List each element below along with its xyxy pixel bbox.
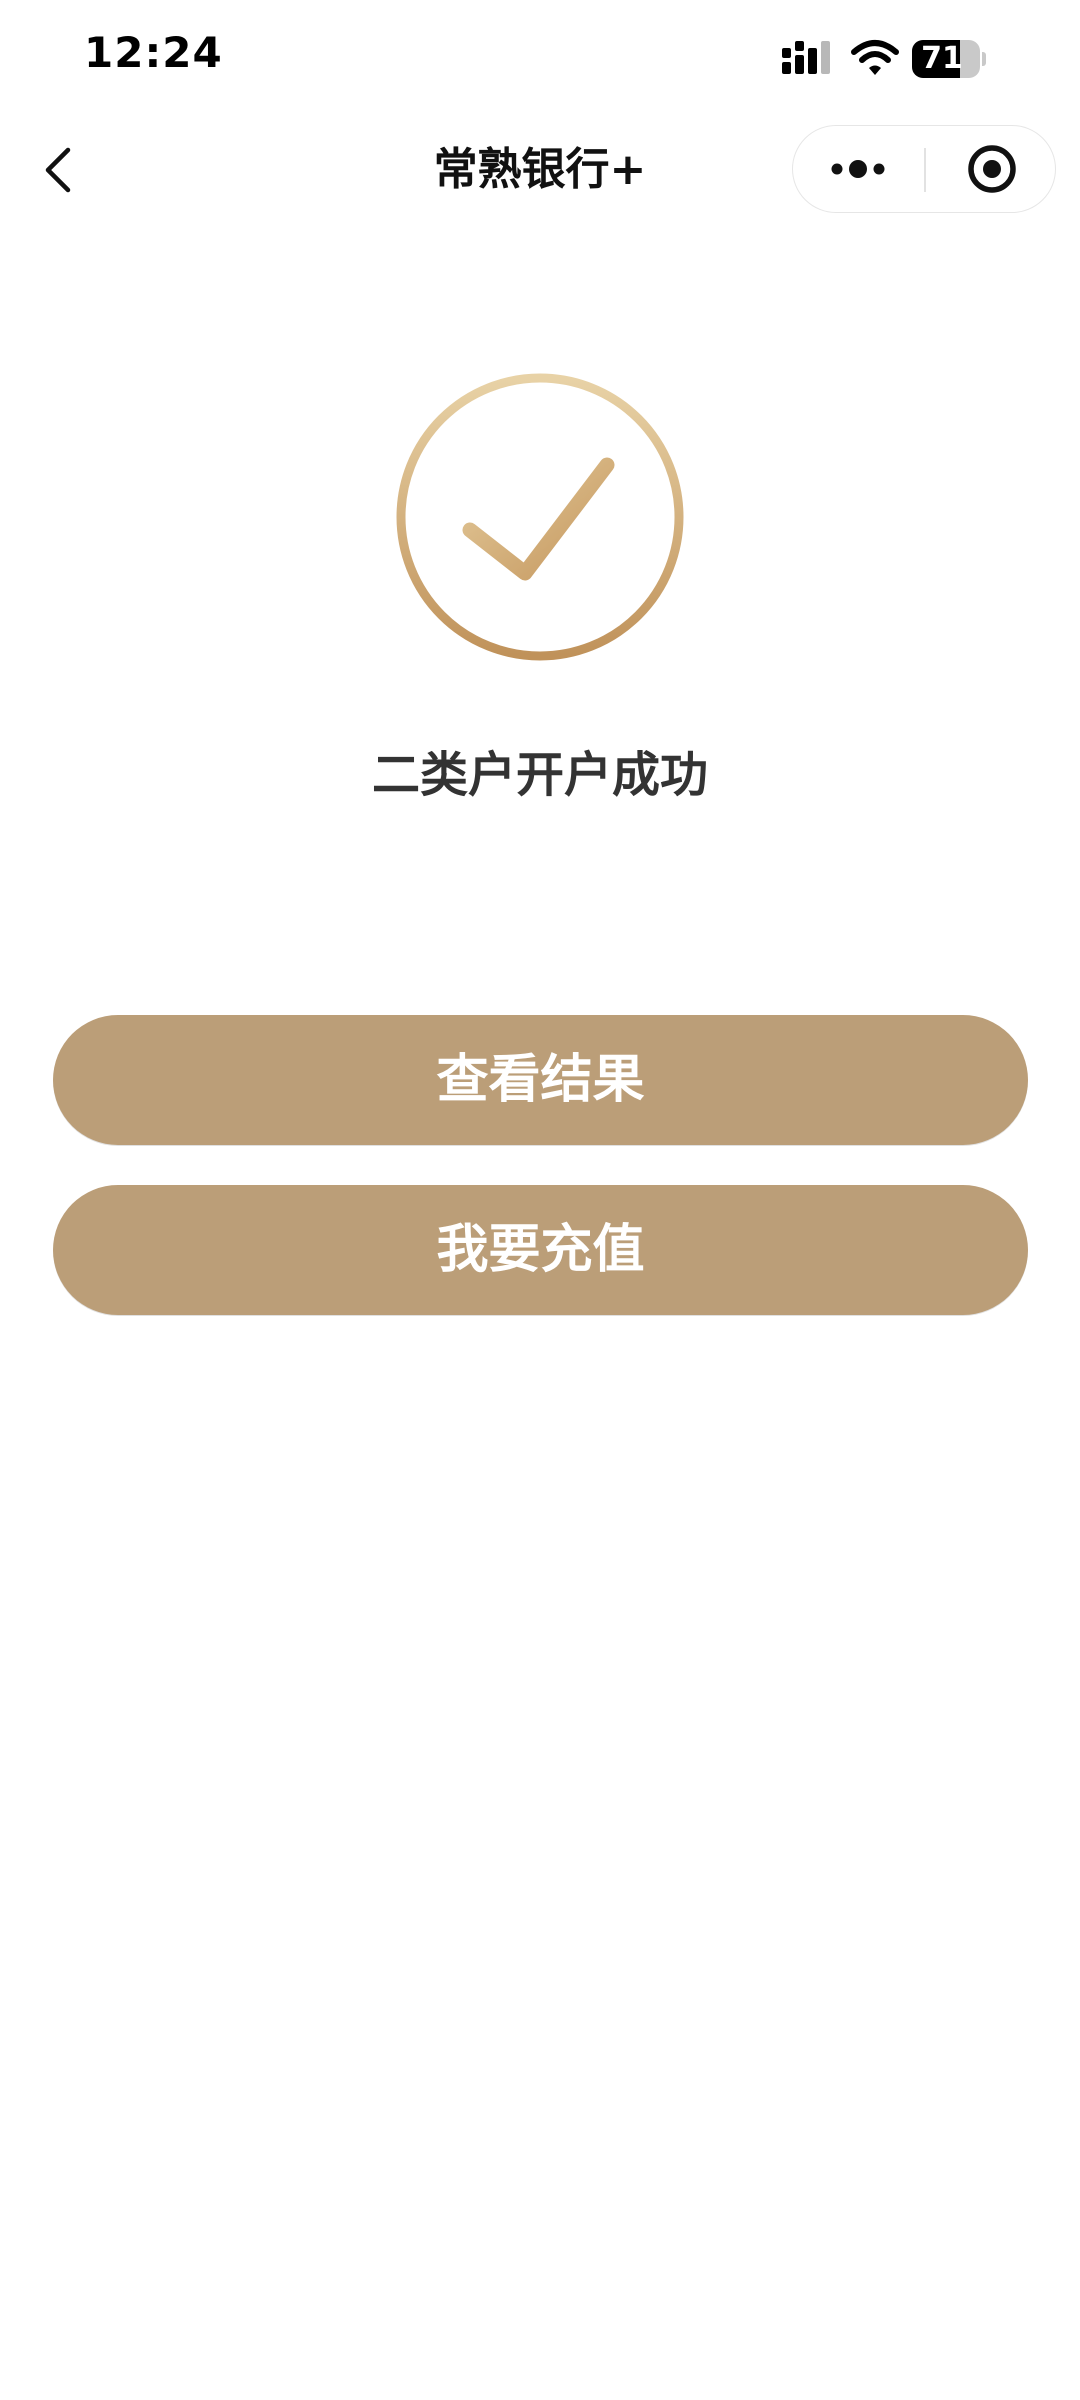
chevron-left-icon [45,147,71,193]
page-title: 常熟银行+ [433,144,647,195]
success-check-icon [396,373,684,661]
status-bar: 12:24 71 [0,0,1080,120]
mini-program-capsule [792,125,1056,213]
more-dots-icon [831,160,885,178]
success-message: 二类户开户成功 [371,747,708,803]
close-circle-icon [968,145,1016,193]
wifi-icon [851,40,899,75]
cellular-signal-icon [782,41,830,74]
view-result-button[interactable]: 查看结果 [53,1015,1028,1145]
close-button[interactable] [926,126,1055,212]
status-time: 12:24 [84,28,223,77]
battery-icon: 71 [912,40,986,78]
back-button[interactable] [30,138,90,202]
more-button[interactable] [793,126,924,212]
nav-bar: 常熟银行+ [0,120,1080,220]
recharge-button[interactable]: 我要充值 [53,1185,1028,1315]
battery-level-text: 71 [921,41,963,76]
